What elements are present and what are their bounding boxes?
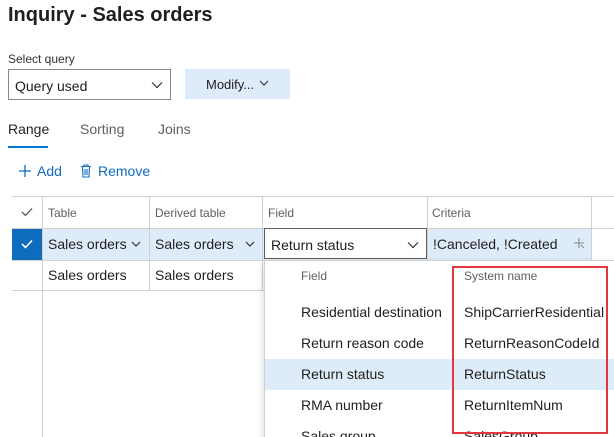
- column-header-table[interactable]: Table: [48, 206, 77, 220]
- grid-divider: [262, 196, 263, 291]
- chevron-down-icon: [151, 82, 163, 89]
- grid-divider: [42, 196, 43, 437]
- cell-table[interactable]: Sales orders: [48, 236, 127, 252]
- select-query-label: Select query: [8, 52, 75, 66]
- grid-divider: [149, 260, 150, 291]
- add-icon[interactable]: [17, 163, 33, 179]
- cell-criteria[interactable]: !Canceled, !Created: [433, 236, 558, 252]
- dropdown-header-field[interactable]: Field: [301, 269, 327, 283]
- chevron-down-icon[interactable]: [244, 238, 256, 250]
- remove-button[interactable]: Remove: [98, 163, 150, 179]
- tab-joins[interactable]: Joins: [158, 121, 191, 137]
- add-criteria-icon[interactable]: [572, 236, 586, 250]
- field-combobox-value: Return status: [271, 237, 355, 253]
- grid-divider: [591, 196, 592, 260]
- page-title: Inquiry - Sales orders: [8, 4, 213, 26]
- tab-range[interactable]: Range: [8, 121, 49, 137]
- modify-button[interactable]: Modify...: [185, 69, 290, 99]
- grid-row-border: [12, 260, 264, 261]
- query-select-value: Query used: [15, 78, 88, 94]
- chevron-down-icon: [259, 80, 269, 86]
- cell-derived-table[interactable]: Sales orders: [155, 267, 234, 283]
- query-select[interactable]: Query used: [8, 69, 171, 100]
- modify-button-label: Modify...: [206, 77, 255, 92]
- field-combobox[interactable]: Return status: [264, 228, 427, 259]
- trash-icon[interactable]: [78, 163, 94, 179]
- grid-divider: [427, 196, 428, 260]
- highlight-box: [452, 266, 608, 434]
- list-item-field: Return reason code: [301, 335, 424, 351]
- cell-table[interactable]: Sales orders: [48, 267, 127, 283]
- tab-sorting[interactable]: Sorting: [80, 121, 124, 137]
- column-header-criteria[interactable]: Criteria: [432, 206, 471, 220]
- grid-top-border: [12, 196, 614, 197]
- tab-range-underline: [8, 146, 48, 148]
- list-item-field: Residential destination: [301, 304, 442, 320]
- chevron-down-icon[interactable]: [406, 238, 420, 252]
- list-item-field: Sales group: [301, 428, 376, 437]
- row-checkmark-icon: [21, 239, 33, 249]
- column-header-field[interactable]: Field: [268, 206, 294, 220]
- grid-row-border: [12, 290, 264, 291]
- chevron-down-icon[interactable]: [130, 238, 142, 250]
- column-header-derived-table[interactable]: Derived table: [155, 206, 226, 220]
- cell-derived-table[interactable]: Sales orders: [155, 236, 234, 252]
- list-item-field: RMA number: [301, 397, 383, 413]
- list-item-field: Return status: [301, 366, 385, 382]
- grid-divider: [149, 196, 150, 260]
- add-button[interactable]: Add: [37, 163, 62, 179]
- select-all-checkmark-icon[interactable]: [20, 205, 34, 219]
